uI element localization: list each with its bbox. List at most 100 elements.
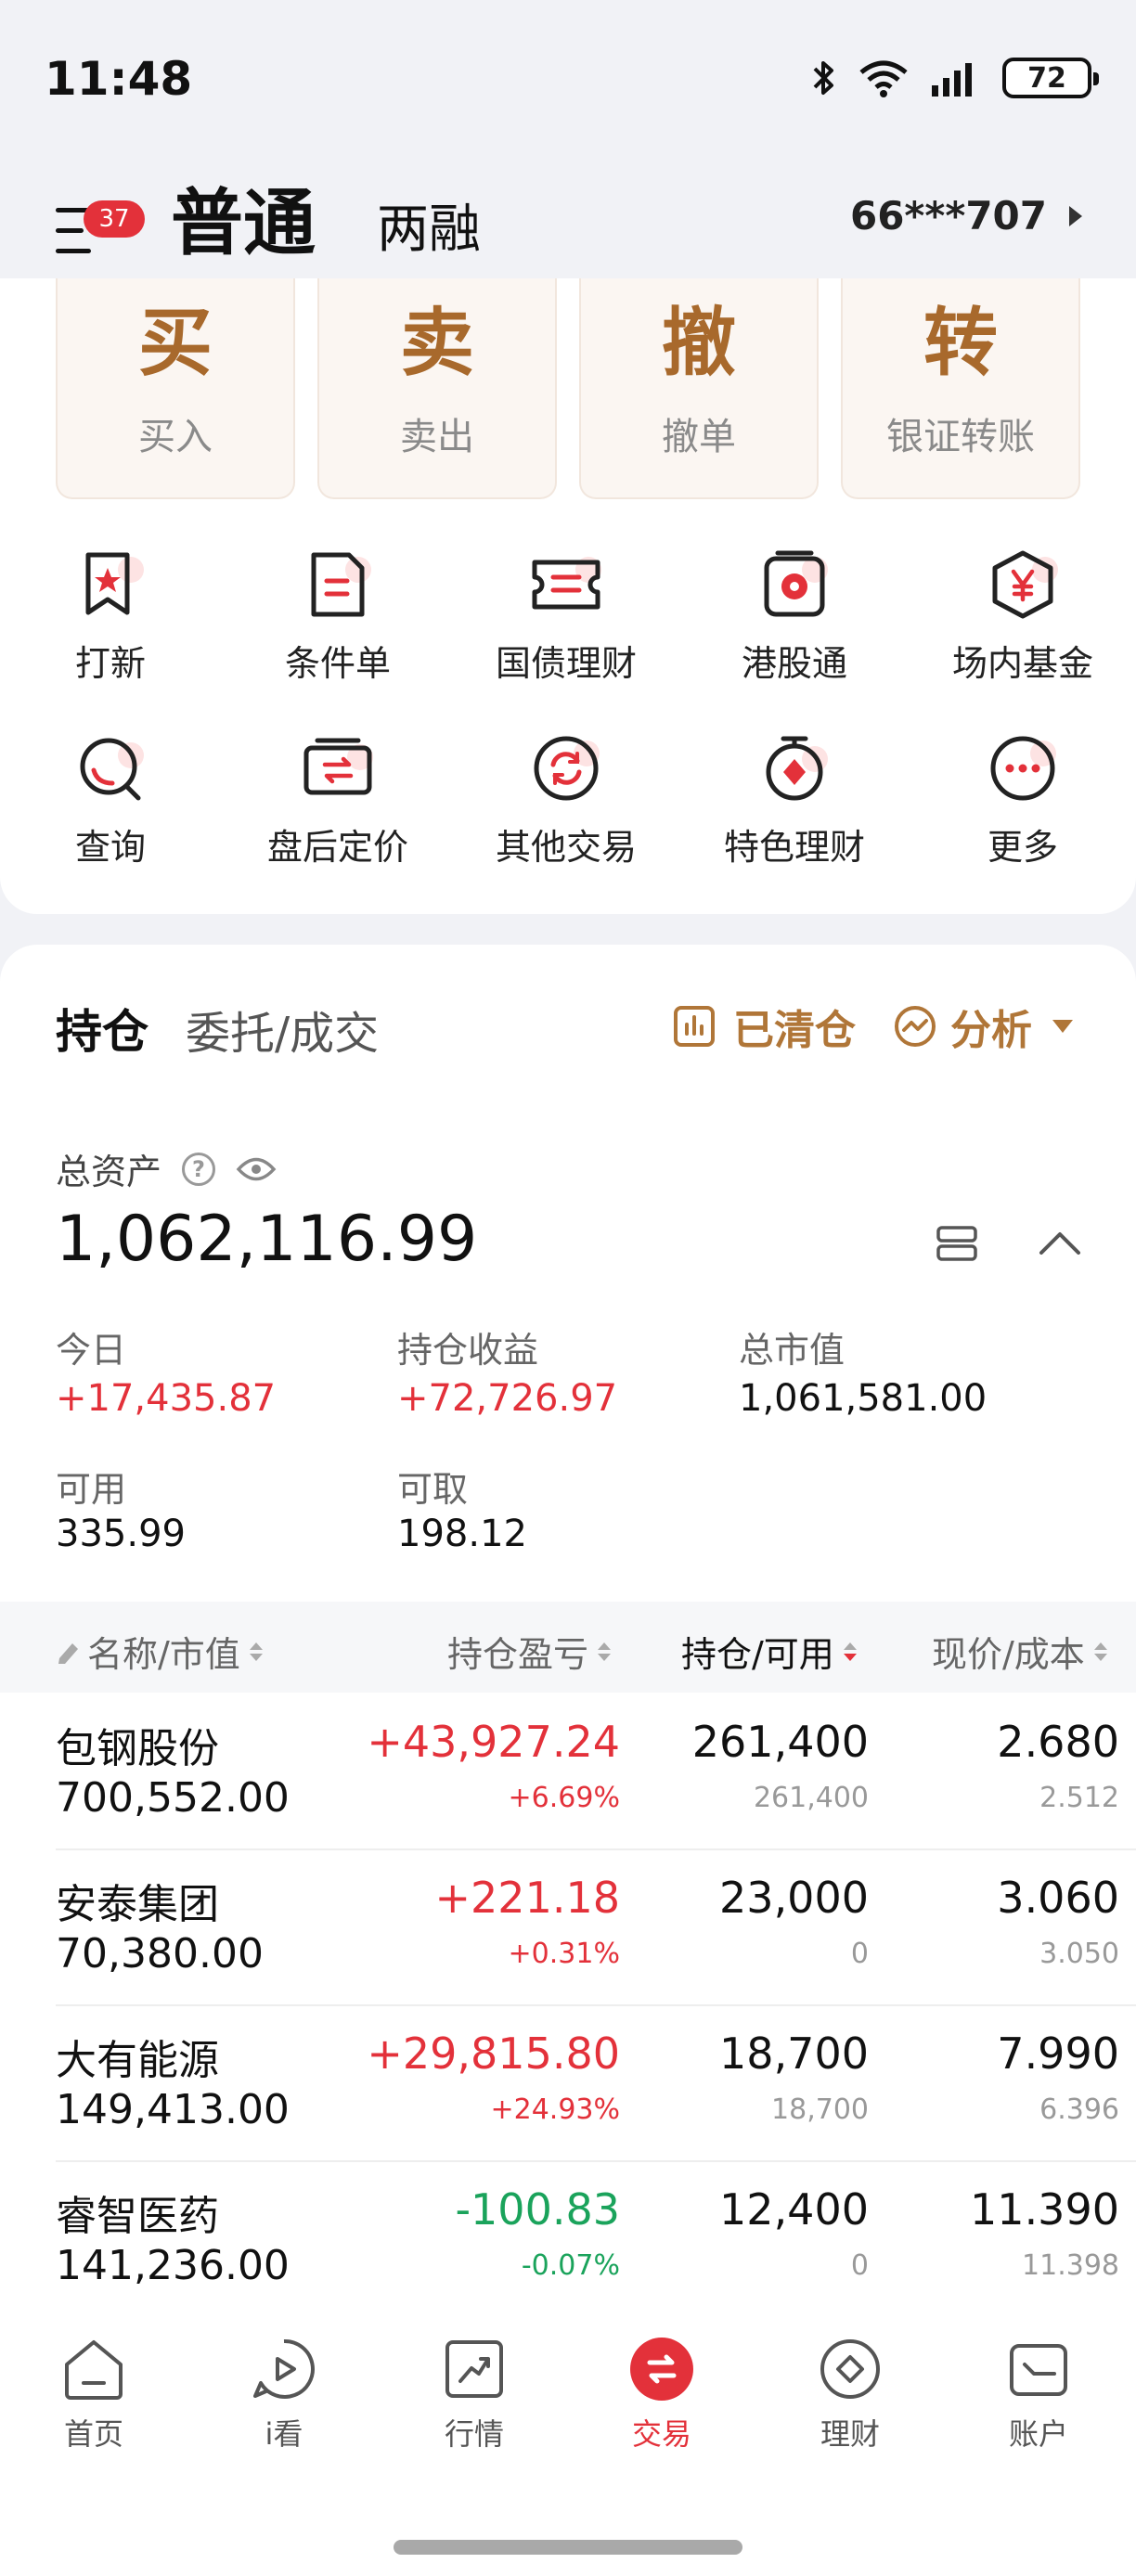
eye-icon[interactable]	[236, 1155, 277, 1183]
diamond-icon	[818, 2337, 883, 2402]
nav-home[interactable]: 首页	[24, 2337, 163, 2454]
stock-cost: 3.050	[1039, 1938, 1119, 1970]
stock-pl-pct: +6.69%	[508, 1782, 620, 1814]
buy-label: 买入	[138, 416, 213, 458]
buy-button[interactable]: 买 买入	[56, 278, 295, 499]
stock-qty: 23,000	[719, 1873, 869, 1923]
col-pl-header[interactable]: 持仓盈亏	[447, 1626, 612, 1677]
nav-account[interactable]: 账户	[969, 2337, 1108, 2454]
cancel-order-button[interactable]: 撤 撤单	[579, 278, 819, 499]
cleared-label: 已清仓	[733, 1007, 856, 1054]
search-icon	[75, 733, 146, 804]
nav-market[interactable]: 行情	[405, 2337, 544, 2454]
grid-item-etf[interactable]: 场内基金	[910, 549, 1136, 686]
table-row[interactable]: 大有能源 149,413.00 +29,815.80 +24.93% 18,70…	[0, 2006, 1136, 2162]
grid-label: 盘后定价	[266, 827, 408, 868]
stock-pl: +43,927.24	[367, 1717, 620, 1767]
cancel-char: 撤	[662, 300, 736, 386]
sort-desc-icon	[843, 1642, 857, 1661]
bar-chart-icon	[674, 1006, 715, 1047]
grid-item-more[interactable]: 更多	[910, 733, 1136, 869]
grid-item-after-hours[interactable]: 盘后定价	[225, 733, 451, 869]
col-price-label: 现价/成本	[932, 1634, 1085, 1675]
tab-positions[interactable]: 持仓	[56, 995, 148, 1062]
account-switcher[interactable]: 66***707	[850, 193, 1082, 238]
nav-label: 账户	[1008, 2416, 1068, 2452]
stock-available: 18,700	[771, 2093, 869, 2126]
stock-price: 3.060	[997, 1873, 1119, 1923]
sort-icon	[1093, 1642, 1107, 1661]
status-time: 11:48	[45, 52, 193, 106]
stock-pl: +29,815.80	[367, 2029, 620, 2079]
stock-market-value: 70,380.00	[56, 1930, 264, 1977]
yen-hexagon-icon	[988, 549, 1058, 620]
bank-transfer-button[interactable]: 转 银证转账	[841, 278, 1080, 499]
tab-margin[interactable]: 两融	[377, 187, 481, 263]
account-number: 66***707	[849, 193, 1047, 238]
transfer-label: 银证转账	[886, 416, 1035, 458]
stock-cost: 6.396	[1039, 2093, 1119, 2126]
nav-label: 行情	[444, 2416, 504, 2452]
nav-label: 首页	[63, 2416, 123, 2452]
notification-badge: 37	[84, 200, 145, 238]
nav-trade[interactable]: 交易	[592, 2337, 731, 2454]
stock-name: 睿智医药	[56, 2193, 219, 2240]
col-name-label: 名称/市值	[87, 1634, 240, 1675]
table-row[interactable]: 睿智医药 141,236.00 -100.83 -0.07% 12,400 0 …	[0, 2162, 1136, 2318]
table-row[interactable]: 包钢股份 700,552.00 +43,927.24 +6.69% 261,40…	[0, 1694, 1136, 1850]
help-icon[interactable]: ?	[182, 1152, 216, 1186]
analysis-icon	[895, 1006, 936, 1047]
document-icon	[303, 549, 373, 620]
col-qty-header[interactable]: 持仓/可用	[681, 1626, 857, 1677]
grid-item-query[interactable]: 查询	[0, 733, 224, 869]
edit-icon	[58, 1642, 78, 1664]
col-qty-label: 持仓/可用	[681, 1634, 834, 1675]
stock-qty: 12,400	[719, 2184, 869, 2235]
grid-item-ipo[interactable]: 打新	[0, 549, 224, 686]
holdings-table-header: 名称/市值 持仓盈亏 持仓/可用 现价/成本	[0, 1602, 1136, 1693]
layout-toggle-icon[interactable]	[936, 1225, 978, 1262]
sell-label: 卖出	[400, 416, 474, 458]
grid-item-featured-wealth[interactable]: 特色理财	[681, 733, 908, 869]
grid-item-conditional-order[interactable]: 条件单	[225, 549, 451, 686]
chevron-up-icon[interactable]	[1038, 1230, 1082, 1256]
today-value: +17,435.87	[56, 1377, 277, 1420]
refresh-circle-icon	[531, 733, 601, 804]
home-icon	[61, 2337, 126, 2402]
cancel-label: 撤单	[662, 416, 736, 458]
transfer-char: 转	[923, 300, 998, 386]
nav-watch[interactable]: i看	[214, 2337, 354, 2454]
col-pl-label: 持仓盈亏	[447, 1634, 589, 1675]
home-indicator[interactable]	[394, 2540, 742, 2555]
grid-item-hk-connect[interactable]: 港股通	[681, 549, 908, 686]
position-profit-label: 持仓收益	[397, 1330, 539, 1371]
grid-label: 更多	[987, 827, 1058, 868]
today-label: 今日	[56, 1330, 127, 1371]
col-price-header[interactable]: 现价/成本	[932, 1626, 1107, 1677]
tab-normal[interactable]: 普通	[171, 165, 316, 269]
position-profit-value: +72,726.97	[397, 1377, 618, 1420]
grid-item-other-trades[interactable]: 其他交易	[453, 733, 679, 869]
stock-cost: 2.512	[1039, 1782, 1119, 1814]
grid-item-treasury[interactable]: 国债理财	[453, 549, 679, 686]
analysis-label: 分析	[950, 1007, 1032, 1054]
buy-char: 买	[138, 300, 213, 386]
col-name-header[interactable]: 名称/市值	[56, 1626, 263, 1677]
grid-label: 港股通	[741, 643, 847, 684]
sell-button[interactable]: 卖 卖出	[317, 278, 557, 499]
grid-label: 查询	[74, 827, 146, 868]
analysis-dropdown[interactable]: 分析	[893, 997, 1073, 1056]
total-assets-label: 总资产	[56, 1152, 162, 1192]
signal-icon	[932, 63, 972, 97]
table-row[interactable]: 安泰集团 70,380.00 +221.18 +0.31% 23,000 0 3…	[0, 1850, 1136, 2006]
bookmark-star-icon	[75, 549, 146, 620]
market-value-value: 1,061,581.00	[739, 1377, 988, 1420]
wifi-icon	[859, 60, 908, 97]
hk-flower-icon	[759, 549, 830, 620]
cleared-positions-button[interactable]: 已清仓	[672, 997, 856, 1056]
withdrawable-value: 198.12	[397, 1513, 527, 1555]
stock-price: 7.990	[997, 2029, 1119, 2079]
stock-market-value: 141,236.00	[56, 2242, 290, 2289]
nav-wealth[interactable]: 理财	[781, 2337, 920, 2454]
tab-orders[interactable]: 委托/成交	[186, 997, 379, 1062]
